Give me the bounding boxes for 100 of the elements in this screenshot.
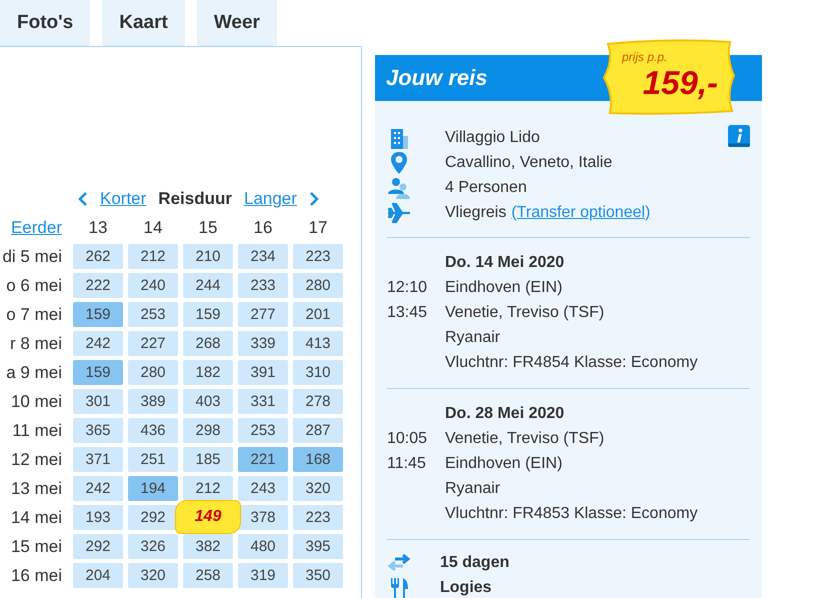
price-cell[interactable]: 159 bbox=[183, 302, 233, 327]
chevron-right-icon[interactable] bbox=[308, 192, 319, 206]
price-cell[interactable]: 223 bbox=[293, 505, 343, 530]
detail-text: Cavallino, Veneto, Italie bbox=[445, 154, 612, 172]
summary-text: Logies bbox=[440, 578, 492, 596]
people-icon bbox=[387, 176, 411, 200]
price-cell[interactable]: 292 bbox=[73, 534, 123, 559]
price-cell[interactable]: 378 bbox=[238, 505, 288, 530]
price-cell[interactable]: 204 bbox=[73, 563, 123, 588]
flight-date: Do. 14 Mei 2020 bbox=[444, 253, 566, 273]
date-label: a 9 mei bbox=[6, 362, 62, 384]
price-cell[interactable]: 298 bbox=[183, 418, 233, 443]
price-cell[interactable]: 185 bbox=[183, 447, 233, 472]
column-header: 17 bbox=[308, 217, 328, 239]
price-cell[interactable]: 212 bbox=[183, 476, 233, 501]
price-cell[interactable]: 253 bbox=[128, 302, 178, 327]
price-cell[interactable]: 227 bbox=[128, 331, 178, 356]
column-header: 13 bbox=[88, 217, 108, 239]
flight-info: Vluchtnr: FR4854 Klasse: Economy bbox=[444, 353, 699, 373]
price-cell[interactable]: 480 bbox=[238, 534, 288, 559]
price-cell[interactable]: 193 bbox=[73, 505, 123, 530]
date-label: di 5 mei bbox=[2, 246, 62, 268]
date-label: 12 mei bbox=[10, 449, 62, 471]
price-cell[interactable]: 243 bbox=[238, 476, 288, 501]
flight-time: 12:10 bbox=[387, 278, 428, 298]
tab[interactable]: Weer bbox=[196, 0, 277, 46]
info-icon[interactable] bbox=[728, 125, 750, 147]
airline-name: Ryanair bbox=[444, 328, 502, 348]
price-cell[interactable]: 350 bbox=[293, 563, 343, 588]
airport-name: Eindhoven (EIN) bbox=[445, 454, 562, 474]
price-cell[interactable]: 234 bbox=[238, 244, 288, 269]
price-cell[interactable]: 251 bbox=[128, 447, 178, 472]
flight-time: 10:05 bbox=[387, 429, 428, 449]
price-cell[interactable]: 413 bbox=[293, 331, 343, 356]
price-cell[interactable]: 233 bbox=[238, 273, 288, 298]
price-cell[interactable]: 258 bbox=[183, 563, 233, 588]
price-cell[interactable]: 403 bbox=[183, 389, 233, 414]
date-label: 15 mei bbox=[10, 536, 62, 558]
price-cell[interactable]: 244 bbox=[183, 273, 233, 298]
price-cell[interactable]: 326 bbox=[128, 534, 178, 559]
flight-date: Do. 28 Mei 2020 bbox=[444, 404, 566, 424]
column-header: 15 bbox=[198, 217, 218, 239]
price-cell[interactable]: 280 bbox=[128, 360, 178, 385]
price-cell[interactable]: 262 bbox=[73, 244, 123, 269]
date-label: o 7 mei bbox=[6, 304, 62, 326]
price-cell[interactable]: 310 bbox=[293, 360, 343, 385]
price-tag[interactable]: 149 bbox=[175, 500, 241, 534]
date-label: 16 mei bbox=[10, 565, 62, 587]
price-cell[interactable]: 194 bbox=[128, 476, 178, 501]
detail-text: Vliegreis bbox=[445, 204, 506, 222]
price-cell[interactable]: 277 bbox=[238, 302, 288, 327]
price-cell[interactable]: 301 bbox=[73, 389, 123, 414]
duration-label: Reisduur bbox=[158, 189, 232, 209]
price-cell[interactable]: 292 bbox=[128, 505, 178, 530]
panel-title: Jouw reis bbox=[386, 65, 488, 91]
price-cell[interactable]: 331 bbox=[238, 389, 288, 414]
price-cell[interactable]: 212 bbox=[128, 244, 178, 269]
price-cell[interactable]: 278 bbox=[293, 389, 343, 414]
price-cell[interactable]: 242 bbox=[73, 476, 123, 501]
price-cell[interactable]: 159 bbox=[73, 302, 123, 327]
price-cell[interactable]: 339 bbox=[238, 331, 288, 356]
tab[interactable]: Foto's bbox=[0, 0, 90, 46]
price-cell[interactable]: 371 bbox=[73, 447, 123, 472]
price-cell[interactable]: 168 bbox=[293, 447, 343, 472]
flight-time: 11:45 bbox=[387, 454, 427, 474]
price-cell[interactable]: 280 bbox=[293, 273, 343, 298]
date-label: r 8 mei bbox=[10, 333, 62, 355]
price-cell[interactable]: 436 bbox=[128, 418, 178, 443]
chevron-left-icon[interactable] bbox=[78, 192, 88, 206]
airplane-icon bbox=[387, 200, 411, 224]
tab[interactable]: Kaart bbox=[102, 0, 185, 46]
price-cell[interactable]: 268 bbox=[183, 331, 233, 356]
date-label: 10 mei bbox=[10, 391, 62, 413]
column-header: 16 bbox=[252, 217, 274, 239]
price-cell[interactable]: 389 bbox=[128, 389, 178, 414]
price-cell[interactable]: 395 bbox=[293, 534, 343, 559]
price-cell[interactable]: 391 bbox=[238, 360, 288, 385]
price-cell[interactable]: 253 bbox=[238, 418, 288, 443]
airport-name: Venetie, Treviso (TSF) bbox=[445, 303, 604, 323]
price-cell[interactable]: 240 bbox=[128, 273, 178, 298]
price-cell[interactable]: 222 bbox=[73, 273, 123, 298]
airline-name: Ryanair bbox=[444, 479, 502, 499]
price-cell[interactable]: 223 bbox=[293, 244, 343, 269]
price-cell[interactable]: 382 bbox=[183, 534, 233, 559]
price-cell[interactable]: 320 bbox=[128, 563, 178, 588]
price-cell[interactable]: 365 bbox=[73, 418, 123, 443]
detail-text: 4 Personen bbox=[445, 178, 527, 196]
price-cell[interactable]: 159 bbox=[73, 360, 123, 385]
price-cell[interactable]: 201 bbox=[293, 302, 343, 327]
price-cell[interactable]: 287 bbox=[293, 418, 343, 443]
price-cell[interactable]: 221 bbox=[238, 447, 288, 472]
price-tag: prijs p.p. 159,- bbox=[600, 38, 738, 117]
price-cell[interactable]: 210 bbox=[183, 244, 233, 269]
summary-text: 15 dagen bbox=[440, 554, 510, 572]
airport-name: Eindhoven (EIN) bbox=[445, 278, 562, 298]
price-cell[interactable]: 319 bbox=[238, 563, 288, 588]
flight-info: Vluchtnr: FR4853 Klasse: Economy bbox=[444, 504, 699, 524]
price-cell[interactable]: 320 bbox=[293, 476, 343, 501]
price-cell[interactable]: 242 bbox=[73, 331, 123, 356]
price-cell[interactable]: 182 bbox=[183, 360, 233, 385]
